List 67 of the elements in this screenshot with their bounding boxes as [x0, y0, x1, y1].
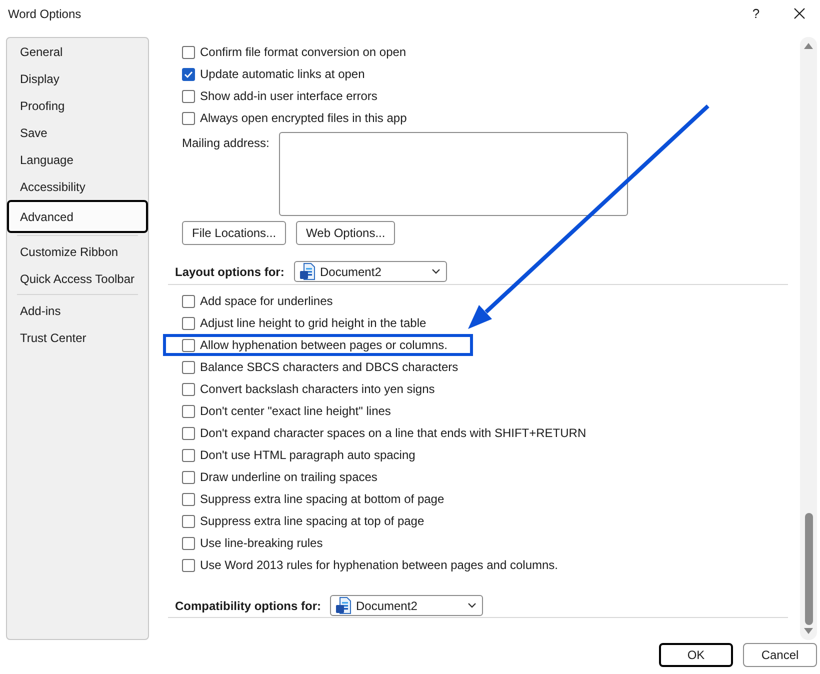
option-label[interactable]: Always open encrypted files in this app	[200, 109, 407, 127]
scrollbar[interactable]	[800, 37, 817, 640]
checkbox[interactable]	[182, 68, 195, 80]
dialog-button[interactable]: Cancel	[743, 643, 817, 667]
checkbox[interactable]	[182, 448, 195, 462]
checkbox[interactable]	[182, 382, 195, 396]
option-label[interactable]: Use line-breaking rules	[200, 534, 323, 552]
option-label[interactable]: Use Word 2013 rules for hyphenation between pages and columns.	[200, 556, 558, 574]
checkbox[interactable]	[182, 112, 195, 124]
checkbox[interactable]	[182, 536, 195, 550]
sidebar-item[interactable]: Add-ins	[7, 297, 148, 324]
checkbox[interactable]	[182, 316, 195, 330]
close-icon	[794, 8, 804, 19]
dialog-button[interactable]: OK	[659, 643, 733, 667]
document-dropdown[interactable]: Document2	[330, 595, 483, 616]
option-label[interactable]: Confirm file format conversion on open	[200, 43, 406, 61]
field-label: Mailing address:	[182, 135, 270, 152]
sidebar-item[interactable]: Proofing	[7, 92, 148, 119]
dialog-button[interactable]: File Locations...	[182, 221, 286, 245]
chevron-down-icon	[468, 603, 476, 608]
window-title: Word Options	[7, 6, 82, 22]
sidebar-item[interactable]: General	[7, 38, 148, 65]
checkbox[interactable]	[182, 338, 195, 352]
option-label[interactable]: Update automatic links at open	[200, 65, 365, 83]
checkbox[interactable]	[182, 90, 195, 102]
option-label[interactable]: Allow hyphenation between pages or columns.	[200, 336, 448, 354]
option-label[interactable]: Don't use HTML paragraph auto spacing	[200, 446, 416, 464]
checkbox[interactable]	[182, 294, 195, 308]
dialog-button[interactable]: Web Options...	[296, 221, 396, 245]
option-label[interactable]: Convert backslash characters into yen signs	[200, 380, 435, 398]
option-label[interactable]: Don't center "exact line height" lines	[200, 402, 391, 420]
checkbox[interactable]	[182, 492, 195, 506]
checkmark-icon	[184, 70, 193, 78]
checkbox[interactable]	[182, 360, 195, 374]
sidebar-item[interactable]: Display	[7, 65, 148, 92]
sidebar-item[interactable]: Accessibility	[7, 173, 148, 200]
mailing-address-field[interactable]	[279, 132, 628, 216]
option-label[interactable]: Suppress extra line spacing at top of page	[200, 512, 424, 530]
sidebar-item[interactable]: Language	[7, 146, 148, 173]
sidebar-item[interactable]: Trust Center	[7, 324, 148, 351]
chevron-down-icon	[432, 269, 440, 274]
document-icon	[336, 597, 351, 614]
option-label[interactable]: Show add-in user interface errors	[200, 87, 378, 105]
option-label[interactable]: Adjust line height to grid height in the table	[200, 314, 426, 332]
option-label[interactable]: Don't expand character spaces on a line that ends with SHIFT+RETURN	[200, 424, 586, 442]
sidebar-item[interactable]: Quick Access Toolbar	[7, 265, 148, 292]
sidebar-item[interactable]: Save	[7, 119, 148, 146]
checkbox[interactable]	[182, 46, 195, 58]
section-label: Compatibility options for:	[175, 598, 322, 614]
scroll-up-icon[interactable]	[804, 43, 813, 49]
checkbox[interactable]	[182, 470, 195, 484]
checkbox[interactable]	[182, 404, 195, 418]
option-label[interactable]: Suppress extra line spacing at bottom of page	[200, 490, 444, 508]
document-icon	[300, 263, 315, 280]
option-label[interactable]: Add space for underlines	[200, 292, 333, 310]
sidebar-item[interactable]: Customize Ribbon	[7, 238, 148, 265]
checkbox[interactable]	[182, 426, 195, 440]
document-dropdown[interactable]: Document2	[294, 261, 447, 282]
section-label: Layout options for:	[175, 264, 286, 280]
scroll-down-icon[interactable]	[804, 628, 813, 634]
scrollbar-thumb[interactable]	[804, 513, 812, 625]
option-label[interactable]: Draw underline on trailing spaces	[200, 468, 378, 486]
sidebar-item[interactable]: Advanced	[7, 200, 148, 233]
help-button[interactable]: ?	[734, 0, 778, 27]
checkbox[interactable]	[182, 558, 195, 572]
option-label[interactable]: Balance SBCS characters and DBCS characters	[200, 358, 458, 376]
checkbox[interactable]	[182, 514, 195, 528]
